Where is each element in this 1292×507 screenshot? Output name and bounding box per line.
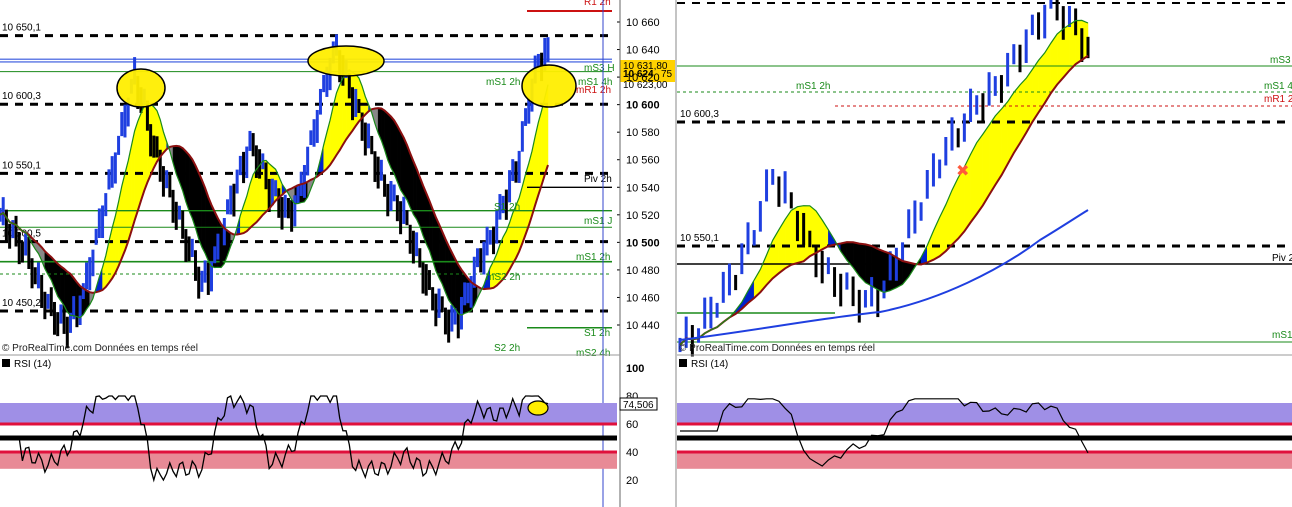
left-axis-label: 10 520 <box>626 210 660 222</box>
right-level-label: 10 550,1 <box>680 233 719 244</box>
left-pivot-label: mS2 2h <box>486 272 520 283</box>
right-pivot-label: mR1 2 <box>1264 94 1292 105</box>
left-cloud-segment <box>208 196 212 268</box>
left-pivot-label: mR1 2h <box>576 85 611 96</box>
left-watermark: © ProRealTime.com Données en temps réel <box>2 343 198 354</box>
right-pivot-label: mS3 <box>1270 55 1291 66</box>
right-rsi-overbought-band <box>677 403 1292 424</box>
left-pivot-label: S2 2h <box>494 343 520 354</box>
left-cloud-segment <box>512 205 517 265</box>
left-cloud-segment <box>204 187 209 261</box>
left-pivot-label: mS1 2h <box>486 77 520 88</box>
left-axis-label: 10 500 <box>626 237 660 249</box>
left-level-label: 10 600,3 <box>2 91 41 102</box>
left-price-panel[interactable]: 10 650,110 600,310 550,110 500,510 450,2… <box>0 0 675 359</box>
left-cloud-segment <box>538 110 542 195</box>
left-highlight-ellipse <box>521 64 577 108</box>
right-rsi-oversold-band <box>677 452 1292 469</box>
right-pivot-label: mS1 2h <box>796 81 830 92</box>
left-cloud-segment <box>60 265 65 307</box>
left-pivot-label: mS1 J <box>584 216 612 227</box>
left-cloud-segment <box>188 154 193 219</box>
left-cloud-segment <box>454 258 459 315</box>
left-axis-label: 10 440 <box>626 320 660 332</box>
left-axis-label: 10 640 <box>626 45 660 57</box>
left-cloud-segment <box>445 239 449 301</box>
left-cloud-segment <box>403 137 408 201</box>
left-pivot-label: S1 2h <box>584 328 610 339</box>
left-axis-label: 10 600 <box>626 100 660 112</box>
right-price-panel[interactable]: 10 600,3 10 550,1 ✖ mS1 2h mS3 mS1 4 mR1 2 Pi… <box>677 0 1292 357</box>
left-cloud-segment <box>339 77 344 152</box>
left-price-tag-c: 75 <box>661 69 673 80</box>
chart-root: 10 650,110 600,310 550,110 500,510 450,2… <box>0 0 1292 507</box>
left-highlight-ellipse <box>116 68 166 108</box>
left-level-label: 10 550,1 <box>2 160 41 171</box>
left-pivot-label: mS1 2h <box>576 252 610 263</box>
left-cloud-segment <box>390 115 395 175</box>
right-signal-marker: ✖ <box>956 161 969 180</box>
left-pivot-label: mS2 4h <box>576 348 610 359</box>
right-cloud-segment <box>982 124 990 207</box>
left-pivot-label: R1 2h <box>584 0 611 8</box>
left-cloud-segment <box>57 263 62 302</box>
left-cloud-segment <box>137 113 142 211</box>
right-cloud-segment <box>976 133 984 215</box>
left-rsi-axis-label: 40 <box>626 447 638 459</box>
left-rsi-axis-label: 60 <box>626 419 638 431</box>
left-cloud-segment <box>435 216 440 278</box>
left-rsi-axis-label: 100 <box>626 363 644 375</box>
left-cloud-segment <box>198 172 203 248</box>
left-pivot-label: Piv 2h <box>584 174 612 185</box>
left-axis-label: 10 580 <box>626 127 660 139</box>
left-rsi-oversold-band <box>0 452 617 469</box>
right-pivot-label: Piv 2 <box>1272 253 1292 264</box>
left-cloud-segment <box>397 125 401 191</box>
left-cloud-segment <box>400 131 405 196</box>
left-axis-label: 10 620 <box>626 72 660 84</box>
right-level-label: 10 600,3 <box>680 109 719 120</box>
left-cloud-segment <box>336 84 340 156</box>
left-cloud-segment <box>134 121 139 221</box>
left-highlight-ellipse <box>307 45 385 77</box>
left-cloud-segment <box>192 159 196 229</box>
left-cloud-segment <box>67 271 71 317</box>
left-cloud-segment <box>448 246 453 306</box>
right-rsi-title: RSI (14) <box>691 359 728 370</box>
left-cloud-segment <box>438 224 443 285</box>
left-axis-label: 10 660 <box>626 17 660 29</box>
left-rsi-title: RSI (14) <box>14 359 51 370</box>
right-cloud-segment <box>970 142 977 224</box>
left-pivot-label: S1 2h <box>494 202 520 213</box>
left-rsi-value: 74,506 <box>623 400 654 411</box>
left-axis-label: 10 460 <box>626 292 660 304</box>
left-rsi-highlight <box>527 400 549 416</box>
left-rsi-legend-swatch <box>2 359 10 367</box>
left-axis-label: 10 480 <box>626 265 660 277</box>
right-cloud-segment <box>988 115 996 196</box>
left-pivot-label: mS3 H <box>584 63 615 74</box>
right-pivot-label: mS1 4 <box>1264 81 1292 92</box>
left-axis-label: 10 560 <box>626 155 660 167</box>
right-pivot-label: mS1 <box>1272 330 1292 341</box>
left-rsi-panel[interactable]: 1008060402074,506 <box>0 363 658 487</box>
right-rsi-panel[interactable] <box>677 398 1292 469</box>
left-rsi-axis-label: 20 <box>626 475 638 487</box>
left-axis-label: 10 540 <box>626 182 660 194</box>
right-cloud-segment <box>995 108 1002 186</box>
left-cloud-segment <box>140 105 145 201</box>
right-rsi-legend-swatch <box>679 359 687 367</box>
left-level-label: 10 450,2 <box>2 298 41 309</box>
left-level-label: 10 650,1 <box>2 23 41 34</box>
right-watermark: © ProRealTime.com Données en temps réel <box>679 343 875 354</box>
